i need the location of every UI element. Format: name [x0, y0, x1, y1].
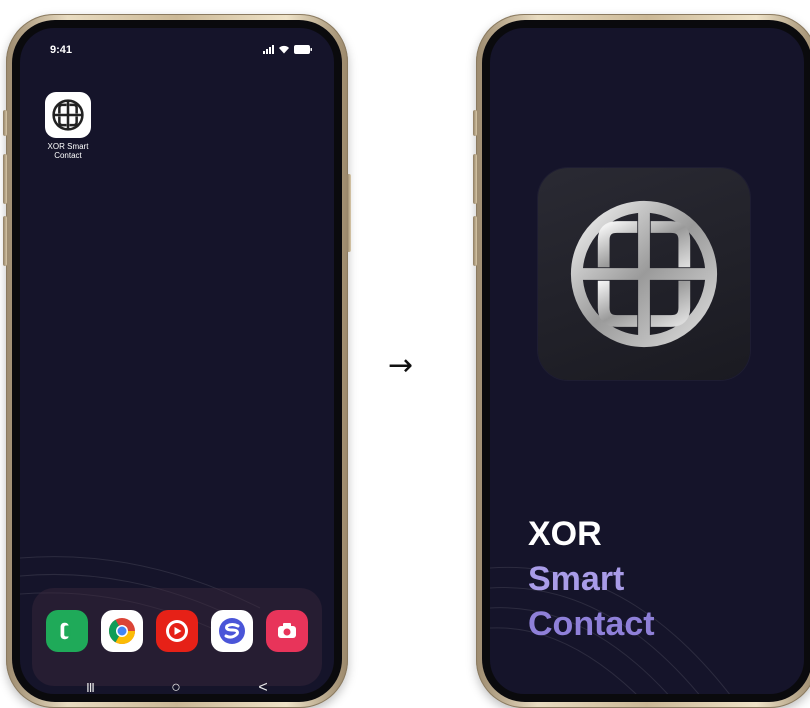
- samsung-internet-app-button[interactable]: [211, 610, 253, 652]
- app-icon-label: XOR Smart Contact: [47, 142, 89, 160]
- status-icons: [263, 44, 312, 54]
- mute-switch: [473, 110, 477, 136]
- volume-up-button: [473, 154, 477, 204]
- phone-icon: [60, 622, 71, 640]
- chrome-app-button[interactable]: [101, 610, 143, 652]
- app-dock: [32, 588, 322, 686]
- transition-arrow: →: [388, 348, 414, 383]
- signal-icon: [263, 45, 274, 54]
- splash-title-line-2: Smart: [528, 560, 625, 598]
- xor-celtic-knot-icon: [45, 92, 91, 138]
- chrome-icon: [108, 618, 136, 645]
- home-screen: 9:41 XOR Smart Contact III ○ <: [20, 28, 334, 694]
- camera-icon: [278, 623, 296, 638]
- wifi-icon: [278, 44, 290, 54]
- splash-screen: XOR Smart Contact: [490, 28, 804, 694]
- recents-button[interactable]: III: [75, 678, 105, 694]
- status-bar: 9:41: [20, 28, 334, 68]
- camera-app-button[interactable]: [266, 610, 308, 652]
- phone-app-button[interactable]: [46, 610, 88, 652]
- back-button[interactable]: <: [248, 678, 278, 694]
- home-button[interactable]: ○: [161, 678, 191, 694]
- volume-down-button: [3, 216, 7, 266]
- dock-row: [46, 610, 308, 652]
- youtube-icon: [166, 620, 188, 642]
- xor-celtic-knot-icon: [570, 200, 718, 348]
- power-button: [347, 174, 351, 252]
- splash-app-logo: [538, 168, 750, 380]
- splash-title-line-3: Contact: [528, 605, 655, 643]
- app-icon-xor-smart-contact[interactable]: XOR Smart Contact: [40, 92, 96, 160]
- battery-icon: [294, 45, 312, 54]
- volume-up-button: [3, 154, 7, 204]
- splash-title: XOR Smart Contact: [528, 512, 655, 647]
- browser-icon: [219, 618, 245, 644]
- phone-home-screen: 9:41 XOR Smart Contact III ○ <: [3, 14, 351, 708]
- phone-splash-screen: XOR Smart Contact: [473, 14, 810, 708]
- navigation-bar: III ○ <: [20, 678, 334, 694]
- volume-down-button: [473, 216, 477, 266]
- comparison-stage: 9:41 XOR Smart Contact III ○ < → XOR Sma…: [0, 0, 810, 708]
- youtube-app-button[interactable]: [156, 610, 198, 652]
- mute-switch: [3, 110, 7, 136]
- status-time: 9:41: [50, 44, 73, 56]
- splash-title-line-1: XOR: [528, 515, 602, 553]
